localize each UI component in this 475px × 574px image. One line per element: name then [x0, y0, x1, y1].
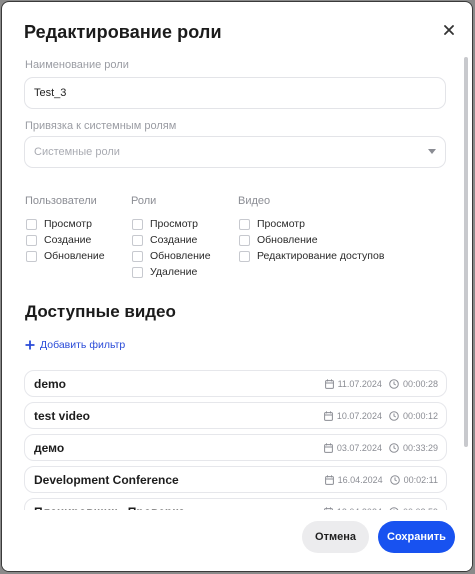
video-duration: 00:02:11: [403, 474, 438, 485]
checkbox-label: Обновление: [44, 250, 105, 262]
video-duration: 00:00:28: [402, 378, 438, 389]
checkbox-label: Создание: [44, 234, 92, 246]
checkbox[interactable]: [132, 234, 143, 246]
close-icon: [444, 25, 454, 35]
video-date: 11.07.2024: [337, 378, 382, 389]
permissions-users-group: Пользователи Просмотр Создание Обновление: [25, 195, 105, 264]
cancel-button[interactable]: Отмена: [302, 521, 369, 553]
video-meta: 10.07.2024 00:00:12: [324, 411, 438, 421]
role-name-input[interactable]: Test_3: [24, 77, 446, 109]
video-list[interactable]: demo 11.07.2024 00:00:28 test video 10.07.20…: [24, 370, 447, 516]
clock-icon: [389, 410, 399, 421]
modal-title: Редактирование роли: [24, 22, 222, 42]
checkbox[interactable]: [26, 234, 37, 246]
checkbox[interactable]: [26, 250, 37, 262]
role-name-value: Test_3: [34, 87, 67, 99]
system-roles-label: Привязка к системным ролям: [25, 120, 177, 132]
checkbox-label: Редактирование доступов: [257, 250, 385, 262]
video-date: 03.07.2024: [336, 442, 382, 453]
permissions-video-group: Видео Просмотр Обновление Редактирование д…: [238, 195, 384, 264]
checkbox-label: Просмотр: [257, 218, 305, 230]
checkbox-label: Просмотр: [44, 218, 92, 230]
checkbox[interactable]: [132, 218, 143, 230]
video-name: test video: [34, 408, 91, 423]
checkbox-label: Просмотр: [150, 218, 198, 230]
video-meta: 11.07.2024 00:00:28: [324, 378, 438, 389]
video-meta: 03.07.2024 00:33:29: [324, 443, 438, 453]
edit-role-modal: Редактирование роли Наименование роли Te…: [1, 1, 473, 572]
video-name: демо: [34, 440, 65, 455]
video-date: 10.07.2024: [336, 410, 382, 421]
checkbox[interactable]: [26, 218, 37, 230]
close-button[interactable]: [439, 20, 459, 40]
checkbox-label: Обновление: [150, 250, 211, 262]
permission-users-item[interactable]: Обновление: [25, 248, 105, 264]
add-filter-button[interactable]: Добавить фильтр: [25, 339, 125, 351]
checkbox[interactable]: [239, 218, 250, 230]
video-list-item[interactable]: test video 10.07.2024 00:00:12: [24, 402, 447, 429]
system-roles-placeholder: Системные роли: [34, 146, 120, 158]
checkbox[interactable]: [132, 250, 143, 262]
calendar-icon: [324, 442, 333, 453]
permission-users-item[interactable]: Создание: [25, 232, 105, 248]
permission-video-item[interactable]: Обновление: [238, 232, 384, 248]
checkbox-label: Удаление: [150, 266, 198, 278]
video-meta: 16.04.2024 00:02:11: [324, 474, 438, 485]
video-list-item[interactable]: demo 11.07.2024 00:00:28: [24, 370, 447, 397]
calendar-icon: [324, 474, 334, 485]
permission-roles-item[interactable]: Обновление: [131, 248, 211, 264]
system-roles-select[interactable]: Системные роли: [24, 136, 446, 168]
clock-icon: [389, 474, 400, 485]
permission-video-item[interactable]: Просмотр: [238, 216, 384, 232]
plus-icon: [25, 340, 35, 350]
clock-icon: [389, 442, 399, 453]
clock-icon: [389, 378, 399, 389]
video-duration: 00:00:12: [402, 410, 438, 421]
permission-video-item[interactable]: Редактирование доступов: [238, 248, 384, 264]
permission-users-item[interactable]: Просмотр: [25, 216, 105, 232]
video-list-item[interactable]: Development Conference 16.04.2024 00:02:11: [24, 466, 447, 493]
permission-roles-item[interactable]: Создание: [131, 232, 211, 248]
permissions-roles-title: Роли: [131, 195, 157, 207]
available-videos-title: Доступные видео: [25, 302, 176, 321]
calendar-icon: [324, 378, 334, 389]
save-button[interactable]: Сохранить: [378, 521, 455, 553]
checkbox-label: Обновление: [257, 234, 318, 246]
video-duration: 00:33:29: [402, 442, 438, 453]
checkbox[interactable]: [239, 234, 250, 246]
video-name: demo: [34, 376, 67, 391]
add-filter-label: Добавить фильтр: [40, 339, 126, 351]
permission-roles-item[interactable]: Удаление: [131, 264, 211, 280]
role-name-label: Наименование роли: [25, 59, 129, 71]
video-date: 16.04.2024: [337, 474, 383, 485]
video-name: Development Conference: [34, 472, 179, 487]
video-list-item[interactable]: демо 03.07.2024 00:33:29: [24, 434, 447, 461]
scrollbar[interactable]: [464, 57, 468, 447]
checkbox-label: Создание: [150, 234, 198, 246]
checkbox[interactable]: [239, 250, 250, 262]
permissions-roles-group: Роли Просмотр Создание Обновление Удаление: [131, 195, 211, 280]
chevron-down-icon: [428, 149, 436, 154]
checkbox[interactable]: [132, 266, 143, 278]
permission-roles-item[interactable]: Просмотр: [131, 216, 211, 232]
permissions-users-title: Пользователи: [25, 195, 97, 207]
permissions-video-title: Видео: [238, 195, 271, 207]
calendar-icon: [324, 410, 333, 421]
